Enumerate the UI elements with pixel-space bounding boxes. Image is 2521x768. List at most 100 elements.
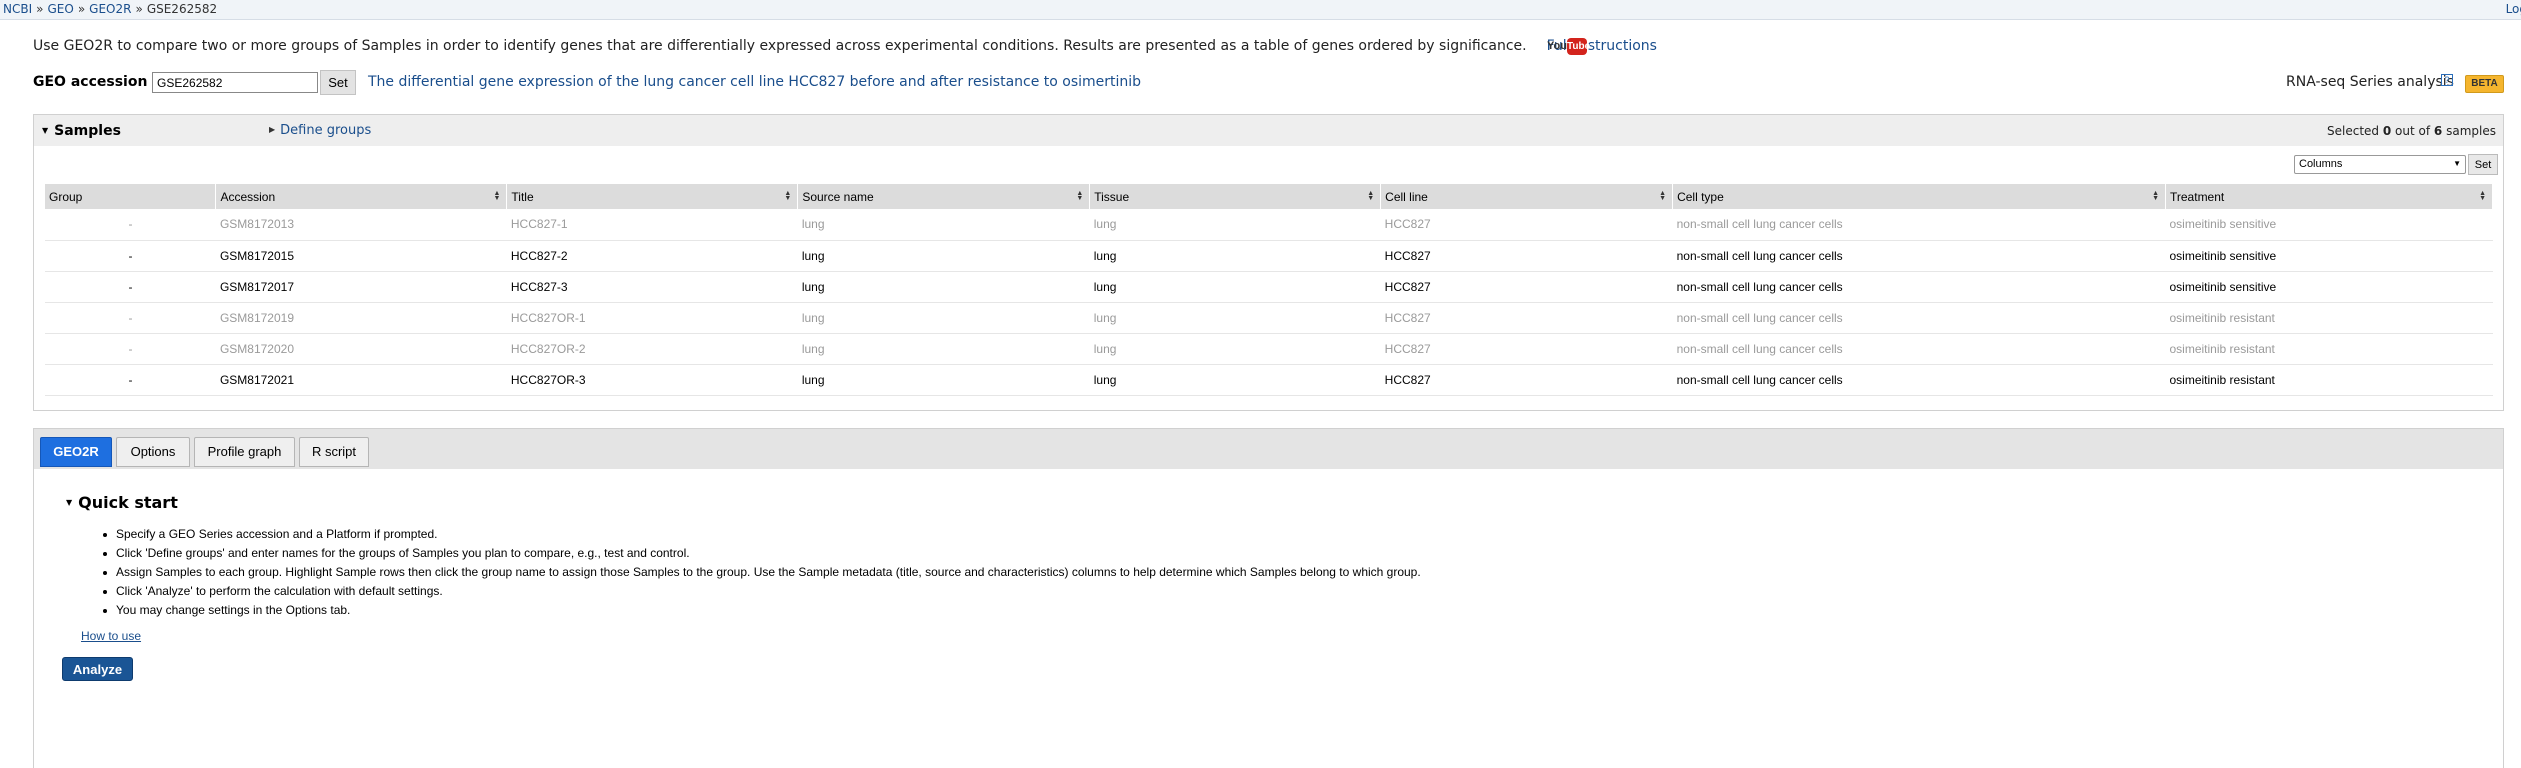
samples-header: ▼ Samples ▶ Define groups Selected 0 out o… (34, 115, 2503, 146)
table-row[interactable]: - GSM8172021 HCC827OR-3 lung lung HCC827 non-s… (45, 364, 2493, 396)
cell-cell-type: non-small cell lung cancer cells (1672, 271, 2166, 303)
analyze-button[interactable]: Analyze (62, 657, 133, 681)
cell-group: - (45, 209, 216, 241)
cell-title: HCC827-3 (506, 271, 798, 303)
caret-down-icon: ▼ (42, 126, 49, 135)
cell-tissue: lung (1089, 209, 1381, 241)
cell-cell-line: HCC827 (1380, 271, 1673, 303)
geo-accession-input[interactable] (152, 72, 318, 93)
cell-cell-line: HCC827 (1380, 364, 1673, 396)
help-icon[interactable]: ? (2441, 74, 2453, 86)
table-row[interactable]: - GSM8172020 HCC827OR-2 lung lung HCC827 non-s… (45, 333, 2493, 365)
caret-down-icon: ▼ (66, 498, 73, 507)
column-header-group: Group (45, 184, 217, 209)
cell-cell-type: non-small cell lung cancer cells (1672, 302, 2166, 334)
cell-source-name: lung (797, 209, 1090, 241)
cell-source-name: lung (797, 240, 1090, 272)
breadcrumb-geo[interactable]: GEO (47, 2, 73, 16)
beta-badge: BETA (2465, 75, 2504, 93)
cell-title: HCC827OR-3 (506, 364, 798, 396)
cell-cell-type: non-small cell lung cancer cells (1672, 333, 2166, 365)
youtube-icon[interactable]: You Tube (1547, 38, 1590, 56)
cell-title: HCC827OR-2 (506, 333, 798, 365)
cell-group: - (45, 271, 216, 303)
cell-treatment: osimeitinib sensitive (2165, 209, 2493, 241)
cell-treatment: osimeitinib resistant (2165, 333, 2493, 365)
selected-count-text: Selected 0 out of 6 samples (2327, 124, 2496, 138)
define-groups-toggle[interactable]: ▶ Define groups (269, 123, 371, 138)
list-item: You may change settings in the Options t… (103, 601, 1421, 620)
cell-treatment: osimeitinib resistant (2165, 364, 2493, 396)
column-header-cell-line[interactable]: Cell line ▲ ▼ (1380, 184, 1674, 209)
breadcrumb-geo2r[interactable]: GEO2R (89, 2, 131, 16)
sort-icon: ▲ ▼ (1076, 190, 1084, 202)
cell-cell-type: non-small cell lung cancer cells (1672, 240, 2166, 272)
how-to-use-link[interactable]: How to use (81, 629, 141, 643)
columns-select[interactable]: Columns ▼ (2294, 155, 2466, 174)
login-link[interactable]: Log (2506, 0, 2521, 18)
intro-description: Use GEO2R to compare two or more groups … (33, 38, 1527, 54)
breadcrumb-current: GSE262582 (146, 2, 218, 16)
tab-profile-graph[interactable]: Profile graph (194, 437, 295, 467)
list-item: Click 'Analyze' to perform the calculati… (103, 582, 1421, 601)
tab-r-script[interactable]: R script (299, 437, 369, 467)
column-header-treatment[interactable]: Treatment ▲ ▼ (2165, 184, 2493, 209)
breadcrumb-separator: » (135, 2, 143, 16)
table-header-row: Group Accession ▲ ▼ Title ▲ ▼ Source name ▲ ▼ … (45, 184, 2493, 209)
cell-title: HCC827-2 (506, 240, 798, 272)
cell-accession: GSM8172013 (215, 209, 507, 241)
list-item: Specify a GEO Series accession and a Pla… (103, 525, 1421, 544)
cell-accession: GSM8172020 (215, 333, 507, 365)
cell-source-name: lung (797, 364, 1090, 396)
column-header-title[interactable]: Title ▲ ▼ (506, 184, 799, 209)
sort-icon: ▲ ▼ (1659, 190, 1667, 202)
cell-cell-type: non-small cell lung cancer cells (1672, 209, 2166, 241)
cell-source-name: lung (797, 333, 1090, 365)
column-header-source-name[interactable]: Source name ▲ ▼ (797, 184, 1091, 209)
cell-title: HCC827-1 (506, 209, 798, 241)
sort-icon: ▲ ▼ (2479, 190, 2486, 202)
cell-accession: GSM8172021 (215, 364, 507, 396)
sort-icon: ▲ ▼ (493, 190, 501, 202)
cell-treatment: osimeitinib resistant (2165, 302, 2493, 334)
samples-table: Group Accession ▲ ▼ Title ▲ ▼ Source name ▲ ▼ … (45, 184, 2493, 396)
tab-geo2r[interactable]: GEO2R (40, 437, 112, 467)
column-header-cell-type[interactable]: Cell type ▲ ▼ (1672, 184, 2166, 209)
quick-start-list: Specify a GEO Series accession and a Pla… (103, 525, 1421, 620)
table-row[interactable]: - GSM8172015 HCC827-2 lung lung HCC827 non-sma… (45, 240, 2493, 272)
analysis-type-label: RNA-seq Series analysis (2286, 74, 2454, 90)
table-row[interactable]: - GSM8172013 HCC827-1 lung lung HCC827 non-sma… (45, 209, 2493, 241)
intro-text: Use GEO2R to compare two or more groups … (33, 38, 1657, 54)
breadcrumb-separator: » (36, 2, 44, 16)
cell-group: - (45, 333, 216, 365)
cell-cell-line: HCC827 (1380, 333, 1673, 365)
cell-treatment: osimeitinib sensitive (2165, 240, 2493, 272)
cell-cell-line: HCC827 (1380, 209, 1673, 241)
breadcrumb-ncbi[interactable]: NCBI (3, 2, 32, 16)
cell-tissue: lung (1089, 240, 1381, 272)
cell-tissue: lung (1089, 333, 1381, 365)
analysis-panel: GEO2R Options Profile graph R script ▼ Qu… (33, 428, 2504, 768)
sort-icon: ▲ ▼ (784, 190, 792, 202)
cell-tissue: lung (1089, 364, 1381, 396)
breadcrumb: NCBI»GEO»GEO2R»GSE262582 Log (0, 0, 2521, 20)
cell-tissue: lung (1089, 302, 1381, 334)
samples-toggle[interactable]: ▼ Samples (42, 123, 121, 139)
column-header-tissue[interactable]: Tissue ▲ ▼ (1089, 184, 1382, 209)
list-item: Assign Samples to each group. Highlight … (103, 563, 1421, 582)
series-title: The differential gene expression of the … (368, 74, 1142, 90)
geo-accession-label: GEO accession (33, 74, 148, 90)
select-arrow-icon: ▼ (2453, 159, 2461, 168)
tab-options[interactable]: Options (116, 437, 190, 467)
cell-group: - (45, 240, 216, 272)
tab-bar: GEO2R Options Profile graph R script (34, 429, 2503, 469)
cell-accession: GSM8172015 (215, 240, 507, 272)
table-row[interactable]: - GSM8172019 HCC827OR-1 lung lung HCC827 non-s… (45, 302, 2493, 334)
define-groups-label: Define groups (280, 123, 372, 138)
column-header-accession[interactable]: Accession ▲ ▼ (215, 184, 508, 209)
quick-start-toggle[interactable]: ▼ Quick start (66, 493, 178, 512)
sort-icon: ▲ ▼ (2152, 190, 2159, 202)
columns-set-button[interactable]: Set (2468, 154, 2498, 175)
table-row[interactable]: - GSM8172017 HCC827-3 lung lung HCC827 non-sma… (45, 271, 2493, 303)
accession-set-button[interactable]: Set (320, 70, 356, 95)
